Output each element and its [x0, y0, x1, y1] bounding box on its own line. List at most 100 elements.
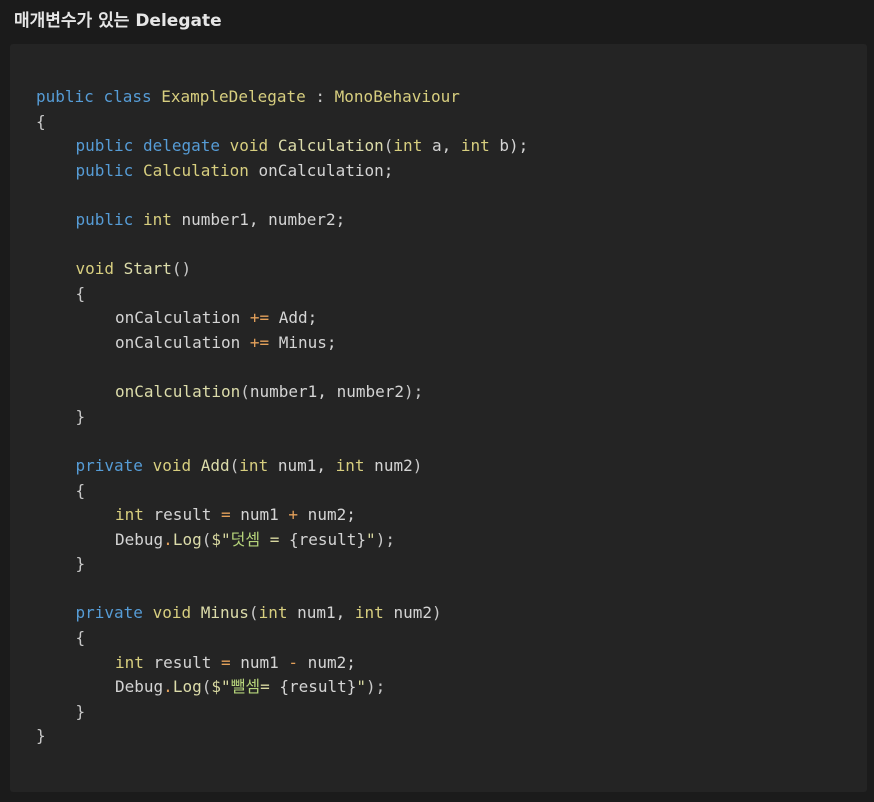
- code-token: =: [220, 505, 231, 525]
- code-content: public class ExampleDelegate : MonoBehav…: [36, 85, 528, 749]
- code-token: result: [143, 652, 221, 672]
- code-token: MonoBehaviour: [334, 87, 460, 106]
- code-token: private: [75, 455, 143, 475]
- code-token: Log: [172, 529, 202, 549]
- code-token: +=: [249, 332, 270, 352]
- code-token: num2: [364, 455, 413, 475]
- code-line: public int number1, number2;: [36, 208, 528, 233]
- code-token: );: [366, 677, 386, 697]
- code-line: Debug.Log($"덧셈 = {result}");: [36, 528, 528, 553]
- code-token: void: [229, 136, 269, 156]
- code-line: private void Add(int num1, int num2): [36, 454, 528, 479]
- code-token: +=: [249, 308, 270, 328]
- code-token: Start: [123, 259, 172, 279]
- code-token: +: [288, 505, 299, 525]
- code-token: }: [75, 554, 86, 574]
- code-line: public class ExampleDelegate : MonoBehav…: [36, 85, 528, 110]
- code-token: Calculation: [277, 136, 384, 156]
- code-token: (: [383, 136, 394, 156]
- code-token: $": [211, 677, 231, 697]
- code-token: num2: [383, 603, 432, 623]
- code-token: Debug: [115, 529, 164, 549]
- code-token: number1, number2;: [171, 209, 346, 229]
- code-token: .: [163, 677, 173, 697]
- code-token: Debug: [115, 677, 164, 697]
- code-token: :: [305, 87, 335, 106]
- code-token: num2;: [298, 652, 356, 672]
- code-token: =: [220, 652, 231, 672]
- code-token: int: [335, 455, 365, 475]
- code-token: num1: [230, 652, 289, 672]
- code-token: ): [412, 455, 423, 475]
- code-line: }: [36, 700, 528, 725]
- code-token: {: [75, 480, 86, 500]
- code-token: public: [75, 160, 134, 180]
- code-token: int: [115, 652, 144, 672]
- code-line: Debug.Log($"뺄셈= {result}");: [36, 675, 528, 700]
- code-token: ": [356, 677, 367, 697]
- code-line: private void Minus(int num1, int num2): [36, 601, 528, 626]
- code-token: );: [375, 529, 395, 549]
- code-token: =: [260, 529, 289, 549]
- code-token: num1,: [268, 455, 336, 475]
- code-token: Calculation: [142, 160, 249, 180]
- code-line: }: [36, 552, 528, 577]
- code-token: public: [75, 136, 134, 156]
- code-token: int: [354, 603, 384, 623]
- code-token: int: [258, 603, 288, 623]
- code-token: ": [366, 529, 376, 549]
- code-token: {: [75, 283, 86, 303]
- code-line: }: [36, 724, 528, 749]
- code-token: int: [115, 505, 144, 525]
- code-token: public: [36, 87, 94, 106]
- code-token: int: [393, 136, 423, 156]
- code-token: $": [211, 529, 231, 549]
- code-token: );: [404, 382, 424, 402]
- code-token: ExampleDelegate: [161, 87, 306, 106]
- code-token: num2;: [298, 505, 356, 525]
- code-token: 덧셈: [230, 529, 261, 549]
- code-token: Log: [172, 677, 202, 697]
- code-token: public: [75, 209, 134, 229]
- code-token: }: [75, 701, 86, 721]
- code-line: {: [36, 282, 528, 307]
- code-token: onCalculation;: [248, 160, 394, 180]
- code-token: }: [75, 406, 86, 426]
- code-token: int: [142, 209, 172, 229]
- code-token: b);: [489, 136, 529, 156]
- code-line: {: [36, 479, 528, 504]
- code-token: {result}: [288, 529, 367, 549]
- page: 매개변수가 있는 Delegate public class ExampleDe…: [0, 0, 874, 802]
- code-line: int result = num1 - num2;: [36, 651, 528, 676]
- code-token: Minus: [200, 603, 249, 623]
- code-token: (: [240, 382, 250, 402]
- code-block[interactable]: public class ExampleDelegate : MonoBehav…: [10, 44, 867, 792]
- code-token: 뺄셈: [230, 677, 261, 697]
- code-token: {: [75, 628, 86, 648]
- code-token: Minus;: [269, 332, 337, 352]
- code-token: void: [152, 603, 192, 623]
- code-token: (: [229, 455, 240, 475]
- code-token: num1,: [287, 603, 355, 623]
- code-token: num1: [230, 505, 289, 525]
- code-token: }: [36, 726, 46, 746]
- code-token: void: [75, 259, 115, 279]
- code-token: -: [288, 652, 299, 672]
- code-token: (: [248, 603, 259, 623]
- code-token: Add: [200, 455, 230, 475]
- code-token: void: [152, 455, 192, 475]
- code-line: public delegate void Calculation(int a, …: [36, 134, 529, 159]
